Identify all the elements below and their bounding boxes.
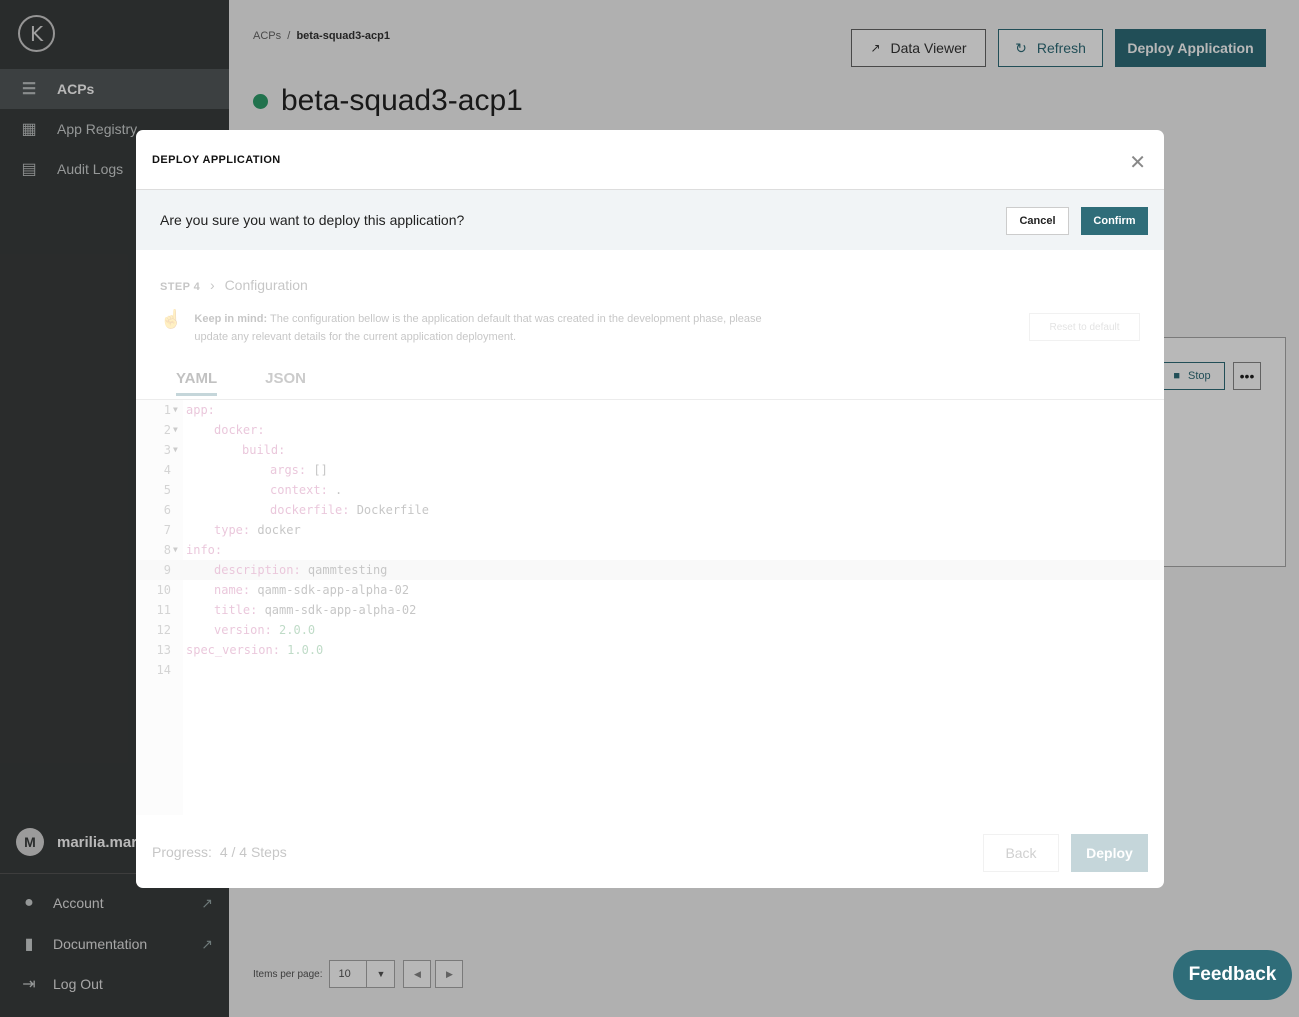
line-number: 5: [163, 483, 171, 497]
code-text: build:: [186, 440, 285, 460]
code-text: args: []: [186, 460, 328, 480]
code-line[interactable]: 5 context: .: [136, 480, 1164, 500]
code-value: 1.0.0: [279, 643, 324, 657]
tab-yaml[interactable]: YAML: [176, 370, 218, 396]
code-text: type: docker: [186, 520, 301, 540]
code-line[interactable]: 14: [136, 660, 1164, 680]
code-line[interactable]: 3 ▼ build:: [136, 440, 1164, 460]
code-line[interactable]: 13 spec_version: 1.0.0: [136, 640, 1164, 660]
code-text: version: 2.0.0: [186, 620, 315, 640]
code-line[interactable]: 10 name: qamm-sdk-app-alpha-02: [136, 580, 1164, 600]
code-key: docker:: [214, 423, 265, 437]
deploy-button[interactable]: Deploy: [1071, 834, 1148, 872]
format-tabs: YAML JSON: [176, 370, 354, 396]
line-number: 9: [163, 563, 171, 577]
line-number: 2: [163, 423, 171, 437]
fold-caret-icon[interactable]: ▼: [173, 440, 178, 460]
line-number: 11: [156, 603, 171, 617]
code-text: description: qammtesting: [186, 560, 387, 580]
line-number: 14: [156, 663, 171, 677]
code-line[interactable]: 2 ▼ docker:: [136, 420, 1164, 440]
line-number: 8: [163, 543, 171, 557]
deploy-modal: DEPLOY APPLICATION ✕ Are you sure you wa…: [136, 130, 1164, 888]
code-key: type:: [214, 523, 251, 537]
code-line[interactable]: 11 title: qamm-sdk-app-alpha-02: [136, 600, 1164, 620]
code-key: build:: [242, 443, 286, 457]
tab-json[interactable]: JSON: [265, 370, 306, 396]
code-key: app:: [186, 403, 215, 417]
back-button[interactable]: Back: [983, 834, 1059, 872]
line-number: 7: [163, 523, 171, 537]
code-key: context:: [270, 483, 328, 497]
code-line[interactable]: 8 ▼ info:: [136, 540, 1164, 560]
code-line[interactable]: 4 args: []: [136, 460, 1164, 480]
feedback-button[interactable]: Feedback: [1173, 950, 1292, 1000]
code-line[interactable]: 9 description: qammtesting: [136, 560, 1164, 580]
code-value: qamm-sdk-app-alpha-02: [250, 583, 410, 597]
code-line[interactable]: 1 ▼ app:: [136, 400, 1164, 420]
confirm-question: Are you sure you want to deploy this app…: [160, 212, 465, 228]
line-number: 3: [163, 443, 171, 457]
progress: Progress: 4 / 4 Steps: [152, 844, 287, 860]
keep-title: Keep in mind:: [194, 313, 268, 325]
close-icon[interactable]: ✕: [1129, 150, 1146, 175]
code-value: docker: [250, 523, 301, 537]
code-text: name: qamm-sdk-app-alpha-02: [186, 580, 409, 600]
modal-header: DEPLOY APPLICATION: [136, 130, 1164, 190]
code-key: dockerfile:: [270, 503, 350, 517]
line-number: 10: [156, 583, 171, 597]
code-key: description:: [214, 563, 301, 577]
code-text: title: qamm-sdk-app-alpha-02: [186, 600, 416, 620]
progress-value: 4 / 4 Steps: [219, 844, 287, 860]
code-value: []: [306, 463, 328, 477]
line-number: 6: [163, 503, 171, 517]
step-separator: ›: [210, 277, 215, 293]
code-text: context: .: [186, 480, 342, 500]
code-value: qamm-sdk-app-alpha-02: [257, 603, 417, 617]
line-number: 4: [163, 463, 171, 477]
code-text: app:: [186, 400, 215, 420]
code-line[interactable]: 6 dockerfile: Dockerfile: [136, 500, 1164, 520]
step-indicator: STEP 4 › Configuration: [160, 277, 308, 293]
code-text: spec_version: 1.0.0: [186, 640, 323, 660]
step-number: STEP 4: [160, 281, 201, 293]
line-number: 1: [163, 403, 171, 417]
code-key: name:: [214, 583, 251, 597]
code-text: docker:: [186, 420, 265, 440]
cancel-button[interactable]: Cancel: [1006, 207, 1069, 235]
progress-label: Progress:: [152, 844, 212, 860]
code-value: qammtesting: [300, 563, 388, 577]
code-line[interactable]: 7 type: docker: [136, 520, 1164, 540]
code-value: 2.0.0: [271, 623, 316, 637]
step-name: Configuration: [224, 277, 308, 293]
code-key: args:: [270, 463, 307, 477]
code-value: .: [327, 483, 343, 497]
line-number: 12: [156, 623, 171, 637]
code-text: dockerfile: Dockerfile: [186, 500, 429, 520]
line-number: 13: [156, 643, 171, 657]
code-text: info:: [186, 540, 222, 560]
code-line[interactable]: 12 version: 2.0.0: [136, 620, 1164, 640]
code-key: info:: [186, 543, 223, 557]
code-key: spec_version:: [186, 643, 280, 657]
hand-info-icon: ☝: [160, 309, 183, 329]
code-value: Dockerfile: [349, 503, 429, 517]
keep-in-mind-note: ☝ Keep in mind: The configuration bellow…: [160, 310, 780, 346]
modal-title: DEPLOY APPLICATION: [152, 153, 281, 166]
code-key: title:: [214, 603, 258, 617]
confirm-button[interactable]: Confirm: [1081, 207, 1148, 235]
fold-caret-icon[interactable]: ▼: [173, 400, 178, 420]
code-key: version:: [214, 623, 272, 637]
fold-caret-icon[interactable]: ▼: [173, 420, 178, 440]
reset-to-default-button[interactable]: Reset to default: [1029, 313, 1140, 341]
code-editor[interactable]: 1 ▼ app: 2 ▼ docker: 3 ▼ build: 4 args: [] 5 context…: [136, 400, 1164, 815]
fold-caret-icon[interactable]: ▼: [173, 540, 178, 560]
keep-text: The configuration bellow is the applicat…: [194, 313, 762, 343]
